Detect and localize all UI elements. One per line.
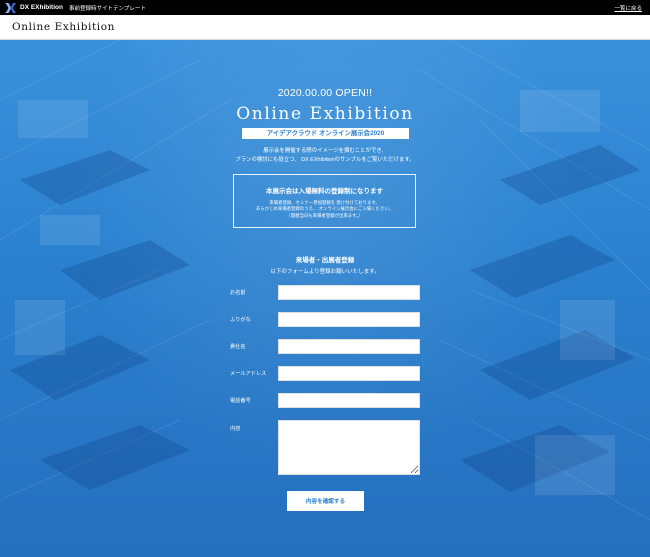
confirm-button[interactable]: 内容を確認する (287, 491, 364, 511)
registration-notice: 本展示会は入場無料の登録制になります 来場者登録、セミナー参加登録を 受け付けて… (233, 174, 416, 228)
lead-line-1: 展示会を開催する際のイメージを掴むことができ、 (263, 148, 387, 154)
open-date: 2020.00.00 OPEN!! (277, 87, 373, 99)
notice-line-2: あらかじめ来場者登録のうえ、 オンライン展示会にご入場ください。 (255, 206, 394, 212)
name-label: お名前 (230, 290, 246, 296)
furigana-label: ふりがな (230, 317, 251, 323)
hero-content: 2020.00.00 OPEN!! Online Exhibition アイデア… (0, 40, 650, 557)
notice-title: 本展示会は入場無料の登録制になります (266, 188, 383, 195)
company-label: 貴社名 (230, 344, 246, 350)
brand-name: DX EXhibition (20, 4, 63, 11)
top-bar: DX EXhibition 事前登録時サイトテンプレート 一覧に戻る (0, 0, 650, 15)
site-header: Online Exhibition (0, 15, 650, 40)
lead-line-2: プランの検討にも役立つ、 DX EXhibitionのサンプルをご覧いただけます… (235, 157, 415, 163)
notice-body: 来場者登録、セミナー参加登録を 受け付けております。 あらかじめ来場者登録のうえ… (234, 200, 415, 219)
hero-subtitle: アイデアクラウド オンライン展示会2020 (242, 128, 409, 139)
phone-input[interactable] (278, 393, 420, 408)
notice-line-3: （開催当日も来場者登録が出来ます。） (286, 212, 363, 218)
email-label: メールアドレス (230, 371, 267, 377)
phone-label: 電話番号 (230, 398, 251, 404)
company-input[interactable] (278, 339, 420, 354)
brand-subtitle: 事前登録時サイトテンプレート (68, 5, 146, 12)
email-input[interactable] (278, 366, 420, 381)
registration-subtitle: 以下のフォームより登録お願いいたします。 (270, 269, 380, 275)
furigana-input[interactable] (278, 312, 420, 327)
hero-title: Online Exhibition (236, 104, 414, 124)
hero-lead: 展示会を開催する際のイメージを掴むことができ、 プランの検討にも役立つ、 DX … (0, 147, 650, 165)
dx-logo-icon (5, 2, 16, 13)
back-to-list-link[interactable]: 一覧に戻る (614, 4, 642, 12)
hero-section: 2020.00.00 OPEN!! Online Exhibition アイデア… (0, 40, 650, 557)
message-textarea[interactable] (278, 420, 420, 475)
registration-title: 来場者・出展者登録 (295, 257, 355, 264)
site-title: Online Exhibition (12, 21, 116, 33)
name-input[interactable] (278, 285, 420, 300)
message-label: 内容 (230, 426, 241, 432)
